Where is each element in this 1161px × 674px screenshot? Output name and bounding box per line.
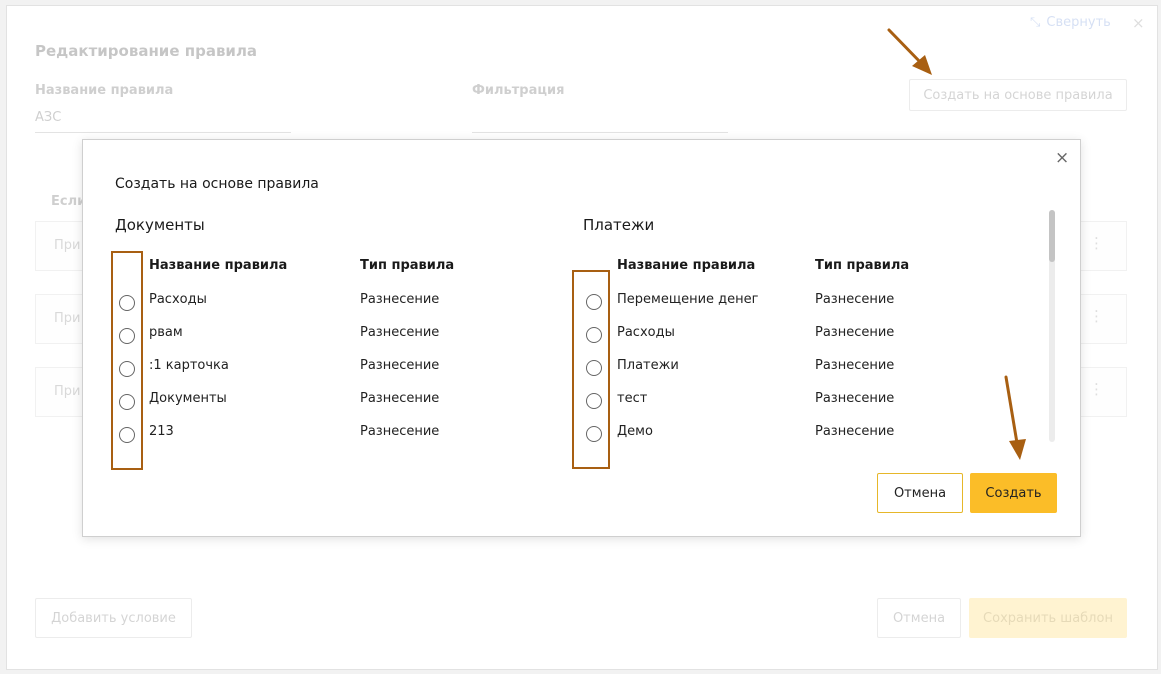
documents-col-type: Тип правила xyxy=(360,258,455,273)
collapse-icon: ⤡ xyxy=(1030,15,1041,30)
rule-name: Перемещение денег xyxy=(617,292,759,307)
condition-header: Если xyxy=(51,194,87,209)
radio-button[interactable] xyxy=(119,427,135,443)
rule-type: Разнесение xyxy=(815,424,895,439)
more-icon[interactable]: ⋮ xyxy=(1089,380,1104,398)
collapse-label: Свернуть xyxy=(1046,15,1111,30)
rule-type: Разнесение xyxy=(815,391,895,406)
rule-name: тест xyxy=(617,391,648,406)
cancel-button[interactable]: Отмена xyxy=(877,598,961,638)
rule-name-underline xyxy=(35,132,291,133)
dialog-title: Создать на основе правила xyxy=(115,176,319,192)
radio-button[interactable] xyxy=(586,393,602,409)
rule-type: Разнесение xyxy=(815,358,895,373)
payments-col-name: Название правила xyxy=(617,258,756,273)
condition-row-label: При xyxy=(54,384,81,399)
rule-name: Документы xyxy=(149,391,227,406)
condition-row-label: При xyxy=(54,238,81,253)
radio-button[interactable] xyxy=(586,426,602,442)
rule-name: Расходы xyxy=(617,325,675,340)
condition-row-label: При xyxy=(54,311,81,326)
radio-button[interactable] xyxy=(586,294,602,310)
create-button[interactable]: Создать xyxy=(970,473,1057,513)
close-icon[interactable]: × xyxy=(1055,150,1069,167)
radio-button[interactable] xyxy=(119,328,135,344)
cancel-button[interactable]: Отмена xyxy=(877,473,963,513)
filter-underline xyxy=(472,132,728,133)
create-from-rule-button[interactable]: Создать на основе правила xyxy=(909,79,1127,111)
rule-type: Разнесение xyxy=(360,358,440,373)
rule-name: Расходы xyxy=(149,292,207,307)
add-condition-button[interactable]: Добавить условие xyxy=(35,598,192,638)
rule-name: рвам xyxy=(149,325,183,340)
scrollbar-thumb[interactable] xyxy=(1049,210,1055,262)
radio-button[interactable] xyxy=(586,360,602,376)
create-from-rule-dialog: × Создать на основе правила Документы На… xyxy=(82,139,1081,537)
documents-section-title: Документы xyxy=(115,216,205,234)
save-template-button[interactable]: Сохранить шаблон xyxy=(969,598,1127,638)
radio-button[interactable] xyxy=(119,394,135,410)
rule-type: Разнесение xyxy=(815,325,895,340)
rule-name: Демо xyxy=(617,424,653,439)
page-title: Редактирование правила xyxy=(35,42,258,60)
rule-type: Разнесение xyxy=(815,292,895,307)
rule-type: Разнесение xyxy=(360,424,440,439)
rule-name-input[interactable]: АЗС xyxy=(35,110,61,125)
rule-name: 213 xyxy=(149,424,174,439)
rule-name-label: Название правила xyxy=(35,83,174,98)
rule-name: Платежи xyxy=(617,358,679,373)
documents-col-name: Название правила xyxy=(149,258,288,273)
more-icon[interactable]: ⋮ xyxy=(1089,307,1104,325)
payments-section-title: Платежи xyxy=(583,216,655,234)
rule-type: Разнесение xyxy=(360,292,440,307)
payments-col-type: Тип правила xyxy=(815,258,910,273)
radio-button[interactable] xyxy=(119,295,135,311)
radio-button[interactable] xyxy=(586,327,602,343)
more-icon[interactable]: ⋮ xyxy=(1089,234,1104,252)
rule-name: :1 карточка xyxy=(149,358,229,373)
rule-type: Разнесение xyxy=(360,391,440,406)
close-icon[interactable]: × xyxy=(1132,14,1145,32)
collapse-button[interactable]: ⤡ Свернуть xyxy=(1030,15,1111,30)
filter-label: Фильтрация xyxy=(472,83,565,98)
rule-type: Разнесение xyxy=(360,325,440,340)
radio-button[interactable] xyxy=(119,361,135,377)
